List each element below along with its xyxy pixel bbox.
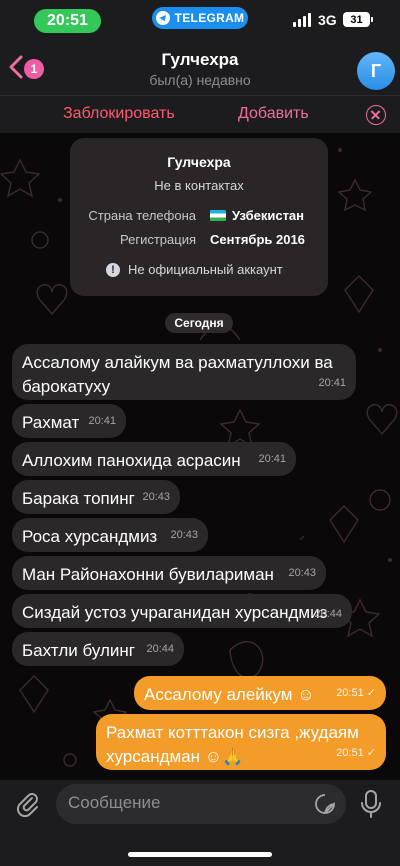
- message-time: 20:44: [314, 608, 342, 620]
- message-bubble-outgoing[interactable]: Ассалому алейкум ☺ 20:51 ✓: [134, 676, 386, 710]
- message-bubble[interactable]: Ман Районахонни бувилариман 20:43: [12, 556, 326, 590]
- network-type: 3G: [318, 12, 337, 28]
- info-row-value: Сентябрь 2016: [210, 232, 305, 247]
- message-bubble[interactable]: Бахтли булинг 20:44: [12, 632, 184, 666]
- info-card-note-text: Не официальный аккаунт: [128, 262, 283, 277]
- message-text: Барака топинг: [22, 489, 135, 508]
- block-button[interactable]: Заблокировать: [63, 105, 175, 123]
- message-text: Сиздай устоз учраганидан хурсандмиз: [22, 603, 328, 622]
- message-time: 20:41: [88, 415, 116, 427]
- chat-last-seen: был(а) недавно: [149, 72, 251, 88]
- message-bubble-outgoing[interactable]: Рахмат котттакон сизга ,жудаям хурсандма…: [96, 714, 386, 770]
- message-bubble[interactable]: Ассалому алайкум ва рахматуллохи ва баро…: [12, 344, 356, 400]
- message-time: 20:51 ✓: [336, 741, 376, 765]
- message-time: 20:43: [288, 567, 316, 579]
- telegram-app-pill[interactable]: TELEGRAM: [152, 7, 248, 29]
- message-bubble[interactable]: Рахмат 20:41: [12, 404, 126, 438]
- message-text: Аллохим панохида асрасин: [22, 451, 241, 470]
- telegram-plane-icon: [155, 11, 170, 25]
- microphone-icon[interactable]: [358, 789, 384, 819]
- chat-header: 1 Гулчехра был(а) недавно Г: [0, 40, 400, 95]
- battery-icon: 31: [343, 12, 373, 27]
- message-text: Бахтли булинг: [22, 641, 135, 660]
- info-row-value: Узбекистан: [210, 208, 304, 223]
- info-card-name: Гулчехра: [167, 154, 231, 170]
- chat-title[interactable]: Гулчехра: [0, 50, 400, 70]
- message-bubble[interactable]: Роса хурсандмиз 20:43: [12, 518, 208, 552]
- sticker-icon[interactable]: [314, 793, 336, 815]
- message-bubble[interactable]: Барака топинг 20:43: [12, 480, 180, 514]
- signal-icon: [293, 13, 311, 27]
- status-time: 20:51: [34, 9, 101, 33]
- close-icon[interactable]: [366, 105, 386, 125]
- info-card-note: ! Не официальный аккаунт: [106, 262, 283, 277]
- info-row-label: Страна телефона: [88, 208, 196, 223]
- message-time-text: 20:51: [336, 747, 364, 759]
- add-contact-button[interactable]: Добавить: [238, 105, 309, 123]
- avatar[interactable]: Г: [357, 52, 395, 90]
- message-text: Рахмат: [22, 413, 80, 432]
- battery-level: 31: [350, 13, 363, 26]
- info-card-contact-state: Не в контактах: [154, 178, 244, 193]
- message-text: Рахмат котттакон сизга ,жудаям хурсандма…: [106, 723, 359, 766]
- home-indicator: [128, 852, 272, 857]
- message-text: Роса хурсандмиз: [22, 527, 158, 546]
- message-time: 20:51 ✓: [336, 681, 376, 705]
- message-bubble[interactable]: Аллохим панохида асрасин 20:41: [12, 442, 296, 476]
- info-row-label: Регистрация: [120, 232, 196, 247]
- non-contact-action-bar: Заблокировать Добавить: [0, 95, 400, 133]
- message-text: Ман Районахонни бувилариман: [22, 565, 274, 584]
- message-time: 20:43: [142, 491, 170, 503]
- message-time: 20:41: [318, 377, 346, 389]
- message-time: 20:44: [146, 643, 174, 655]
- message-text: Ассалому алайкум ва рахматуллохи ва баро…: [22, 353, 333, 396]
- message-time: 20:41: [258, 453, 286, 465]
- message-time: 20:43: [170, 529, 198, 541]
- message-bubble[interactable]: Сиздай устоз учраганидан хурсандмиз 20:4…: [12, 594, 352, 628]
- telegram-pill-label: TELEGRAM: [174, 11, 245, 25]
- message-input-field[interactable]: [56, 784, 346, 824]
- paperclip-icon[interactable]: [14, 790, 42, 818]
- message-text: Ассалому алейкум ☺: [144, 685, 315, 704]
- date-separator: Сегодня: [165, 313, 233, 333]
- read-check-icon: ✓: [366, 687, 376, 699]
- info-row-value-text: Узбекистан: [232, 208, 305, 223]
- read-check-icon: ✓: [366, 747, 376, 759]
- exclamation-icon: !: [106, 262, 120, 277]
- uzbekistan-flag-icon: [210, 210, 226, 221]
- status-bar: 20:51 TELEGRAM 3G 31: [0, 0, 400, 40]
- message-time-text: 20:51: [336, 687, 364, 699]
- contact-info-card: Гулчехра Не в контактах Страна телефона …: [70, 138, 328, 296]
- message-input[interactable]: [68, 793, 298, 813]
